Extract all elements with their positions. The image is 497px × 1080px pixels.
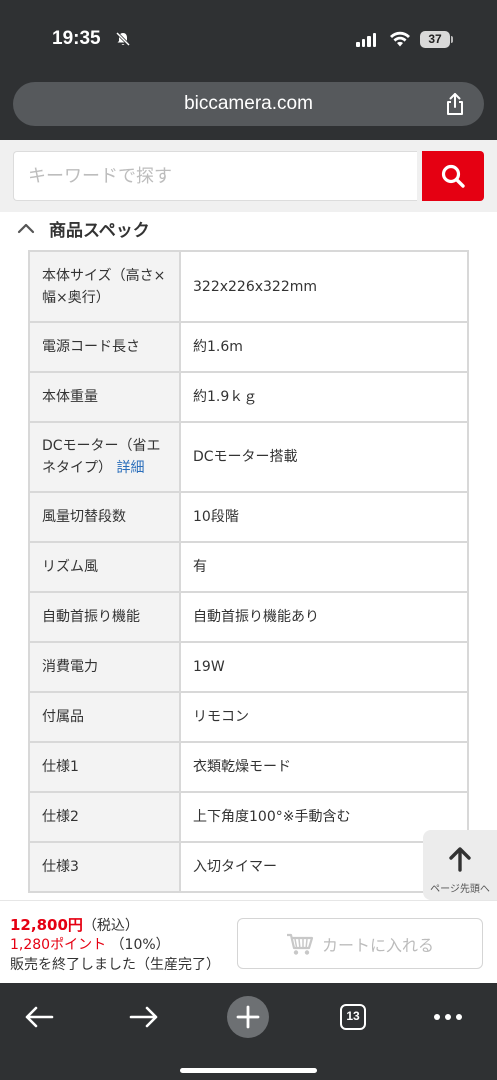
- status-time: 19:35: [52, 28, 101, 49]
- spec-value: 約1.9ｋｇ: [179, 371, 469, 423]
- page-top-label: ページ先頭へ: [430, 884, 490, 895]
- spec-label: 付属品: [28, 691, 181, 743]
- url-text[interactable]: biccamera.com: [13, 93, 484, 115]
- browser-toolbar: 13: [0, 983, 497, 1080]
- spec-value: 有: [179, 541, 469, 593]
- points: 1,280ポイント: [10, 937, 107, 953]
- sales-status: 販売を終了しました（生産完了）: [10, 957, 220, 973]
- battery-indicator: 37: [420, 31, 450, 48]
- search-icon: [441, 164, 465, 188]
- table-row: 本体重量 約1.9ｋｇ: [28, 371, 469, 423]
- spec-label: 仕様2: [28, 791, 181, 843]
- spec-value: 10段階: [179, 491, 469, 543]
- cart-button-label: カートに入れる: [321, 935, 434, 955]
- spec-table: 本体サイズ（高さ×幅×奥行） 322x226x322mm 電源コード長さ 約1.…: [28, 250, 469, 893]
- spec-section-toggle[interactable]: 商品スペック: [17, 214, 150, 242]
- spec-value: 322x226x322mm: [179, 250, 469, 323]
- spec-value: 19W: [179, 641, 469, 693]
- spec-value: 自動首振り機能あり: [179, 591, 469, 643]
- home-indicator: [180, 1068, 317, 1073]
- spec-value: 約1.6m: [179, 321, 469, 373]
- table-row: 自動首振り機能 自動首振り機能あり: [28, 591, 469, 643]
- share-icon[interactable]: [444, 92, 466, 116]
- spec-label-cell: DCモーター（省エネタイプ） 詳細: [28, 421, 181, 493]
- spec-value: リモコン: [179, 691, 469, 743]
- table-row: DCモーター（省エネタイプ） 詳細 DCモーター搭載: [28, 421, 469, 493]
- forward-button[interactable]: [122, 995, 166, 1039]
- cart-icon: [286, 933, 314, 955]
- spec-label: 仕様3: [28, 841, 181, 893]
- spec-value: 衣類乾燥モード: [179, 741, 469, 793]
- tab-count: 13: [340, 1004, 366, 1030]
- spec-label: 消費電力: [28, 641, 181, 693]
- new-tab-button[interactable]: [226, 995, 270, 1039]
- search-button[interactable]: [422, 151, 484, 201]
- battery-tip: [451, 36, 453, 43]
- table-row: 本体サイズ（高さ×幅×奥行） 322x226x322mm: [28, 250, 469, 323]
- detail-link[interactable]: 詳細: [116, 460, 144, 476]
- points-rate: （10%）: [110, 937, 170, 953]
- browser-chrome: 19:35 37 biccamera.com: [0, 0, 497, 140]
- arrow-right-icon: [129, 1006, 158, 1028]
- purchase-bar: 12,800円（税込） 1,280ポイント （10%） 販売を終了しました（生産…: [0, 900, 497, 983]
- arrow-left-icon: [25, 1006, 54, 1028]
- tax-note: （税込）: [82, 918, 139, 934]
- back-button[interactable]: [17, 995, 61, 1039]
- silent-bell-icon: [115, 31, 131, 47]
- table-row: 仕様1 衣類乾燥モード: [28, 741, 469, 793]
- more-dots-icon: [434, 1014, 462, 1020]
- price: 12,800円: [10, 916, 83, 934]
- cellular-signal-icon: [356, 32, 376, 47]
- more-menu-button[interactable]: [426, 995, 470, 1039]
- search-area: [0, 140, 497, 212]
- search-input[interactable]: [13, 151, 417, 201]
- table-row: 電源コード長さ 約1.6m: [28, 321, 469, 373]
- spec-label: 電源コード長さ: [28, 321, 181, 373]
- table-row: 仕様2 上下角度100°※手動含む: [28, 791, 469, 843]
- address-bar[interactable]: biccamera.com: [13, 82, 484, 126]
- spec-section-title: 商品スペック: [49, 220, 150, 241]
- spec-label: 風量切替段数: [28, 491, 181, 543]
- tabs-button[interactable]: 13: [331, 995, 375, 1039]
- spec-label: 仕様1: [28, 741, 181, 793]
- page-top-button[interactable]: ページ先頭へ: [423, 830, 497, 900]
- points-line: 1,280ポイント （10%）: [10, 934, 170, 954]
- spec-label: 本体サイズ（高さ×幅×奥行）: [28, 250, 181, 323]
- table-row: リズム風 有: [28, 541, 469, 593]
- plus-icon: [227, 996, 269, 1038]
- add-to-cart-button[interactable]: カートに入れる: [237, 918, 483, 969]
- table-row: 仕様3 入切タイマー: [28, 841, 469, 893]
- arrow-up-icon: [449, 847, 471, 872]
- chevron-up-icon: [17, 223, 35, 234]
- table-row: 付属品 リモコン: [28, 691, 469, 743]
- table-row: 消費電力 19W: [28, 641, 469, 693]
- spec-label: 本体重量: [28, 371, 181, 423]
- wifi-icon: [390, 31, 410, 47]
- spec-label: 自動首振り機能: [28, 591, 181, 643]
- spec-value: DCモーター搭載: [179, 421, 469, 493]
- price-line: 12,800円（税込）: [10, 914, 139, 935]
- table-row: 風量切替段数 10段階: [28, 491, 469, 543]
- spec-label: リズム風: [28, 541, 181, 593]
